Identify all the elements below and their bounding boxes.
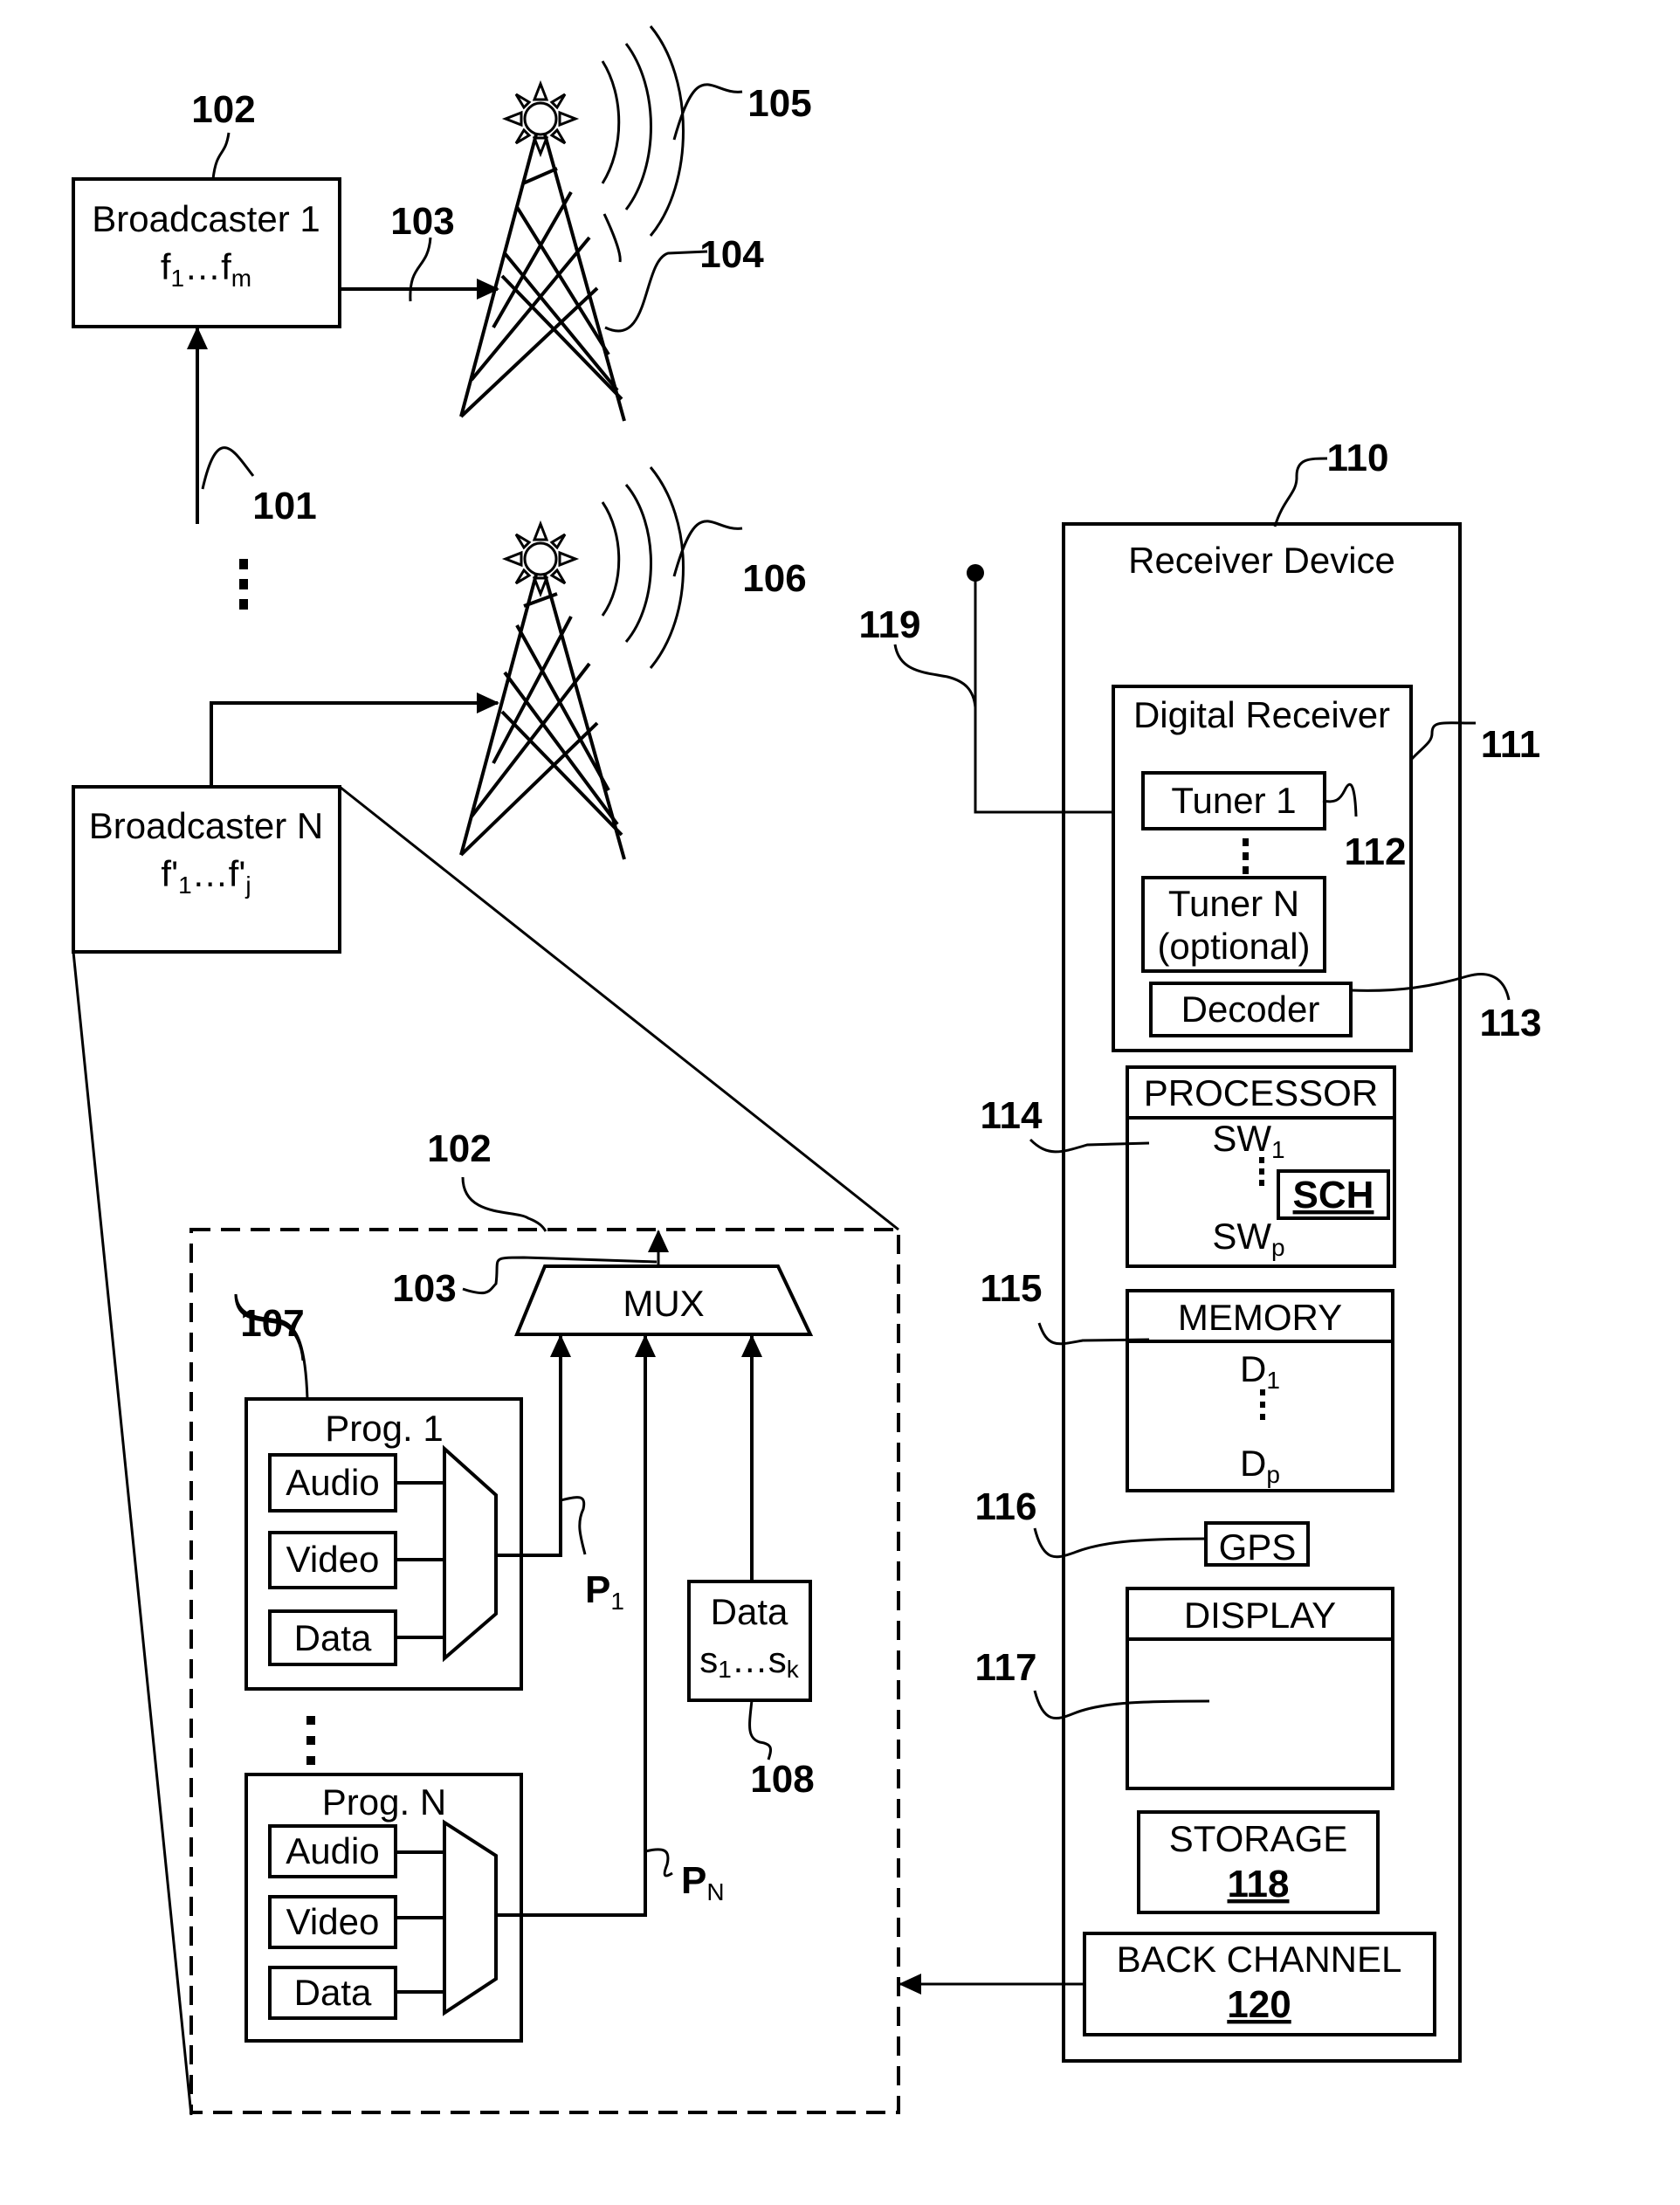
data-service-range: s1…sk [699, 1639, 800, 1683]
ref-119: 119 [859, 603, 921, 646]
ref-111: 111 [1481, 723, 1541, 766]
program-1-data-label: Data [294, 1617, 372, 1658]
zoom-line-right [339, 785, 899, 1231]
ref-107: 107 [240, 1302, 304, 1345]
broadcaster-n-frequencies: f'1…f'j [161, 853, 251, 899]
back-channel-title: BACK CHANNEL [1117, 1939, 1402, 1980]
leader-p1 [560, 1496, 587, 1555]
display-title: DISPLAY [1184, 1595, 1336, 1636]
program-1-output-label: P1 [585, 1568, 624, 1615]
back-channel: BACK CHANNEL 120 [1083, 1932, 1436, 2036]
storage-ref: 118 [1228, 1863, 1290, 1905]
memory: MEMORY D1 Dp [1126, 1289, 1394, 1492]
processor: PROCESSOR SW1 SCH SWp [1126, 1065, 1396, 1268]
ref-104: 104 [699, 233, 764, 276]
program-n-title: Prog. N [322, 1781, 446, 1823]
leader-101 [201, 446, 255, 490]
ref-101: 101 [252, 485, 316, 527]
digital-receiver-title: Digital Receiver [1133, 694, 1390, 735]
broadcaster-1: Broadcaster 1 f1…fm [72, 177, 341, 328]
ref-108: 108 [750, 1758, 814, 1801]
ref-106: 106 [742, 557, 806, 600]
tuner-n-label: Tuner N [1168, 883, 1299, 924]
antenna-star-icon [501, 79, 580, 158]
ref-117: 117 [975, 1646, 1037, 1689]
transmission-arrow-n [210, 693, 499, 787]
leader-110 [1273, 457, 1328, 527]
antenna-star-icon [501, 520, 580, 598]
broadcaster-n: Broadcaster N f'1…f'j [72, 785, 341, 954]
program-n: Prog. N Audio Video Data [244, 1773, 523, 2043]
leader-pn [644, 1848, 673, 1878]
tuner-1-label: Tuner 1 [1171, 780, 1296, 821]
back-channel-ref: 120 [1227, 1983, 1291, 2026]
ellipsis-data-records [1260, 1389, 1265, 1420]
receiver-device-title: Receiver Device [1128, 540, 1395, 581]
ellipsis-broadcasters [239, 559, 248, 610]
program-n-data-label: Data [294, 1972, 372, 2013]
tuner-n-optional-label: (optional) [1157, 926, 1310, 967]
ref-102-detail: 102 [427, 1127, 491, 1170]
program-n-audio-label: Audio [286, 1830, 379, 1871]
ref-103-detail: 103 [392, 1267, 456, 1310]
broadcaster-n-title: Broadcaster N [89, 805, 323, 846]
program-1-audio-label: Audio [286, 1462, 379, 1503]
leader-103 [409, 237, 432, 302]
leader-119 [893, 644, 977, 708]
ref-112: 112 [1345, 830, 1407, 873]
ellipsis-tuners [1243, 838, 1249, 874]
storage: STORAGE 118 [1137, 1810, 1380, 1914]
ref-102-top: 102 [191, 88, 255, 131]
data-service: Data s1…sk [687, 1580, 812, 1702]
ellipsis-programs [306, 1716, 315, 1765]
radio-waves-106 [601, 466, 685, 669]
ref-115: 115 [981, 1267, 1043, 1310]
ref-114: 114 [981, 1094, 1043, 1137]
mux-label: MUX [623, 1283, 704, 1324]
ellipsis-software [1259, 1157, 1264, 1186]
memory-title: MEMORY [1178, 1297, 1342, 1338]
storage-title: STORAGE [1169, 1818, 1348, 1859]
zoom-line-left [72, 951, 193, 2116]
leader-102-detail [461, 1176, 547, 1232]
display: DISPLAY [1126, 1587, 1394, 1790]
broadcaster-1-title: Broadcaster 1 [92, 198, 320, 239]
ref-116: 116 [975, 1485, 1037, 1528]
radio-waves-105 [601, 25, 685, 237]
program-n-output-label: PN [681, 1859, 725, 1905]
data-service-title: Data [711, 1591, 788, 1632]
leader-108 [748, 1699, 773, 1761]
program-1-video-label: Video [286, 1539, 380, 1580]
program-1: Prog. 1 Audio Video Data [244, 1397, 523, 1691]
ref-103-top: 103 [390, 200, 454, 243]
decoder-label: Decoder [1181, 989, 1320, 1030]
ref-110: 110 [1327, 437, 1389, 479]
ref-105: 105 [747, 82, 811, 125]
patent-diagram: Broadcaster 1 f1…fm 102 101 103 105 104 [72, 25, 1542, 2116]
scheduler-label: SCH [1293, 1174, 1374, 1216]
gps: GPS [1204, 1521, 1310, 1568]
leader-104 [604, 250, 708, 333]
ref-113: 113 [1480, 1002, 1542, 1044]
broadcast-tower-106 [459, 520, 626, 860]
broadcast-tower-104 [459, 79, 626, 422]
program-n-video-label: Video [286, 1901, 380, 1942]
processor-title: PROCESSOR [1144, 1072, 1378, 1113]
mux: MUX [514, 1264, 814, 1336]
program-1-title: Prog. 1 [325, 1408, 443, 1449]
leader-102 [211, 132, 231, 180]
gps-label: GPS [1219, 1526, 1297, 1568]
